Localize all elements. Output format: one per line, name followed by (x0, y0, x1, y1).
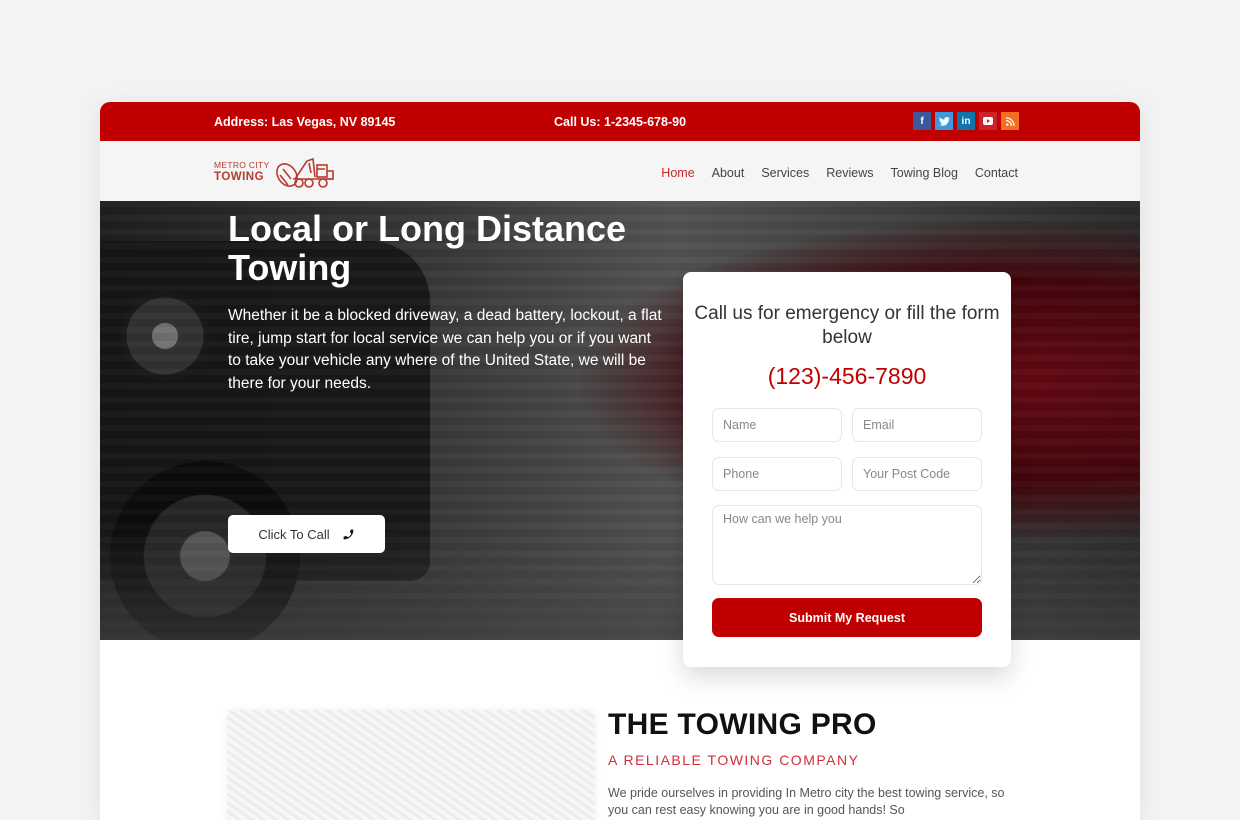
click-to-call-button[interactable]: Click To Call (228, 515, 385, 553)
nav-contact[interactable]: Contact (975, 166, 1018, 180)
submit-request-button[interactable]: Submit My Request (712, 598, 982, 637)
message-textarea[interactable] (712, 505, 982, 585)
email-input[interactable] (852, 408, 982, 442)
call-us-text: Call Us: 1-2345-678-90 (554, 115, 687, 129)
tow-truck-logo-icon (276, 157, 335, 188)
phone-input[interactable] (712, 457, 842, 491)
top-info-bar: Address: Las Vegas, NV 89145 Call Us: 1-… (100, 102, 1140, 141)
logo-line-1: METRO CITY (214, 160, 270, 170)
address-text: Address: Las Vegas, NV 89145 (214, 115, 396, 129)
hero-title: Local or Long Distance Towing (228, 208, 627, 288)
about-description: We pride ourselves in providing In Metro… (608, 786, 1005, 817)
phone-icon (343, 529, 354, 539)
emergency-contact-form: Call us for emergency or fill the form b… (683, 272, 1011, 667)
nav-towing-blog[interactable]: Towing Blog (891, 166, 958, 180)
youtube-icon[interactable] (979, 112, 997, 130)
nav-reviews[interactable]: Reviews (826, 166, 873, 180)
name-input[interactable] (712, 408, 842, 442)
rss-icon[interactable] (1001, 112, 1019, 130)
post-code-input[interactable] (852, 457, 982, 491)
nav-services[interactable]: Services (761, 166, 809, 180)
click-to-call-label: Click To Call (258, 526, 330, 542)
primary-nav: Home About Services Reviews Towing Blog … (661, 166, 1018, 180)
logo-line-2: TOWING (214, 170, 265, 183)
site-logo[interactable]: METRO CITY TOWING (214, 155, 335, 189)
social-links: f in (913, 112, 1019, 130)
about-subtitle: A RELIABLE TOWING COMPANY (608, 752, 860, 768)
hero-description: Whether it be a blocked driveway, a dead… (228, 307, 662, 392)
about-image-placeholder (227, 710, 595, 820)
about-title: THE TOWING PRO (608, 708, 877, 741)
main-navbar: METRO CITY TOWING Home About Services Re… (100, 141, 1140, 201)
emergency-phone-number[interactable]: (123)-456-7890 (683, 363, 1011, 390)
twitter-icon[interactable] (935, 112, 953, 130)
facebook-icon[interactable]: f (913, 112, 931, 130)
browser-page-frame: Address: Las Vegas, NV 89145 Call Us: 1-… (100, 102, 1140, 820)
nav-home[interactable]: Home (661, 166, 694, 180)
form-heading: Call us for emergency or fill the form b… (694, 303, 1000, 348)
nav-about[interactable]: About (712, 166, 745, 180)
linkedin-icon[interactable]: in (957, 112, 975, 130)
